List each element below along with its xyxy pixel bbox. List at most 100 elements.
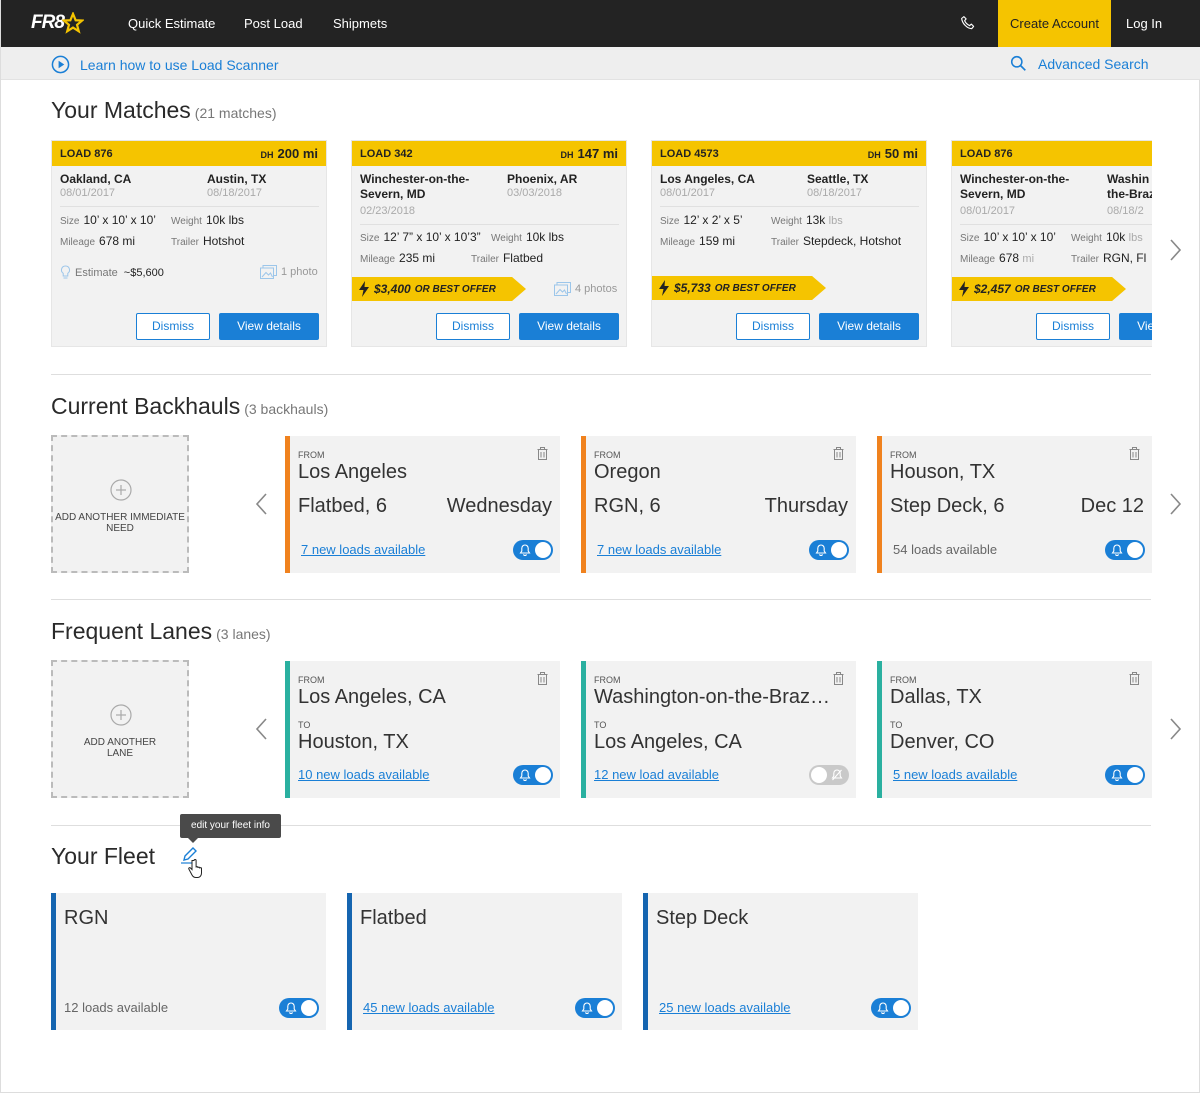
bell-icon (1111, 769, 1123, 781)
view-details-button[interactable]: View details (1119, 313, 1152, 340)
view-details-button[interactable]: View details (519, 313, 619, 340)
alerts-toggle[interactable] (1105, 765, 1145, 785)
matches-title-text: Your Matches (51, 97, 191, 123)
alerts-toggle[interactable] (513, 540, 553, 560)
dismiss-button[interactable]: Dismiss (436, 313, 510, 340)
origin-date: 08/01/2017 (660, 187, 716, 199)
nav-quick-estimate[interactable]: Quick Estimate (128, 0, 215, 47)
mileage-value: 159 mi (699, 234, 736, 248)
trash-icon[interactable] (537, 672, 548, 685)
match-card: LOAD 876 Winchester-on-the-Severn, MD 08… (951, 140, 1152, 347)
lane-destination: Los Angeles, CA (594, 731, 742, 753)
trash-icon[interactable] (537, 447, 548, 460)
divider (60, 206, 319, 207)
fleet-card[interactable]: Flatbed 45 new loads available (347, 893, 622, 1030)
phone-icon[interactable] (959, 14, 977, 37)
section-divider (51, 599, 1151, 600)
login-link[interactable]: Log In (1126, 0, 1162, 47)
loads-available-link[interactable]: 25 new loads available (659, 1000, 791, 1015)
bell-icon (815, 544, 827, 556)
mileage-label: Mileage (60, 237, 96, 248)
trash-icon[interactable] (833, 672, 844, 685)
estimate-value: ~$5,600 (123, 266, 164, 279)
loads-available-link[interactable]: 7 new loads available (597, 542, 721, 557)
divider (660, 206, 919, 207)
alerts-toggle[interactable] (1105, 540, 1145, 560)
bell-icon (1111, 544, 1123, 556)
loads-available-link[interactable]: 12 new load available (594, 767, 719, 782)
lightning-icon (359, 281, 369, 297)
from-label: FROM (298, 675, 325, 685)
lanes-next-arrow-icon[interactable] (1168, 717, 1182, 741)
dh-value: 147 mi (577, 146, 618, 161)
estimate-label: Estimate (75, 266, 118, 279)
learn-load-scanner-link[interactable]: Learn how to use Load Scanner (51, 55, 278, 74)
lane-card[interactable]: FROM Los Angeles, CA TO Houston, TX 10 n… (285, 661, 560, 798)
add-immediate-need-button[interactable]: ADD ANOTHER IMMEDIATE NEED (51, 435, 189, 573)
alerts-toggle[interactable] (513, 765, 553, 785)
toggle-knob (535, 767, 551, 783)
nav-post-load[interactable]: Post Load (244, 0, 303, 47)
backhaul-trailer: Step Deck, 6 (890, 495, 1005, 517)
loads-available-link[interactable]: 45 new loads available (363, 1000, 495, 1015)
mileage-label: Mileage (360, 254, 396, 265)
backhauls-prev-arrow-icon[interactable] (255, 492, 269, 516)
sub-bar: Learn how to use Load Scanner Advanced S… (1, 47, 1200, 80)
dismiss-button[interactable]: Dismiss (1036, 313, 1110, 340)
create-account-button[interactable]: Create Account (998, 0, 1111, 47)
backhaul-trailer: RGN, 6 (594, 495, 661, 517)
estimate: Estimate ~$5,600 (60, 265, 164, 280)
weight-value: 10k lbs (205, 213, 244, 227)
alerts-toggle[interactable] (871, 998, 911, 1018)
origin-city: Oakland, CA (60, 172, 132, 186)
offer-suffix: OR BEST OFFER (714, 282, 796, 294)
destination-city: Seattle, TX (807, 172, 869, 186)
view-details-button[interactable]: View details (819, 313, 919, 340)
nav-shipments[interactable]: Shipmets (333, 0, 387, 47)
alerts-toggle[interactable] (279, 998, 319, 1018)
trash-icon[interactable] (1129, 447, 1140, 460)
to-label: TO (298, 720, 311, 730)
plus-circle-icon (110, 704, 132, 726)
size-label: Size (60, 216, 80, 227)
toggle-knob (831, 542, 847, 558)
trash-icon[interactable] (1129, 672, 1140, 685)
loads-available-link[interactable]: 7 new loads available (301, 542, 425, 557)
photos[interactable]: 1 photo (260, 265, 318, 279)
lanes-prev-arrow-icon[interactable] (255, 717, 269, 741)
trailer-label: Trailer (1071, 254, 1099, 265)
alerts-toggle[interactable] (575, 998, 615, 1018)
backhaul-card[interactable]: FROM Los Angeles Flatbed, 6 Wednesday 7 … (285, 436, 560, 573)
lane-card[interactable]: FROM Washington-on-the-Brazos, TX TO Los… (581, 661, 856, 798)
trailer-value: RGN, Fl (1102, 251, 1147, 265)
fleet-title: Your Fleet (51, 843, 155, 869)
loads-available-link[interactable]: 5 new loads available (893, 767, 1017, 782)
photos[interactable]: 4 photos (554, 282, 617, 296)
alerts-toggle[interactable] (809, 765, 849, 785)
loads-available-link[interactable]: 10 new loads available (298, 767, 430, 782)
add-lane-button[interactable]: ADD ANOTHER LANE (51, 660, 189, 798)
photos-count: 4 photos (575, 283, 618, 295)
advanced-search-link[interactable]: Advanced Search (1010, 55, 1149, 72)
trash-icon[interactable] (833, 447, 844, 460)
matches-next-arrow-icon[interactable] (1168, 238, 1182, 262)
dismiss-button[interactable]: Dismiss (136, 313, 210, 340)
dismiss-button[interactable]: Dismiss (736, 313, 810, 340)
from-label: FROM (890, 675, 917, 685)
alerts-toggle[interactable] (809, 540, 849, 560)
logo[interactable]: FR8 (31, 12, 84, 34)
bell-icon (519, 544, 531, 556)
view-details-button[interactable]: View details (219, 313, 319, 340)
weight-label: Weight (171, 216, 202, 227)
fleet-card[interactable]: RGN 12 loads available (51, 893, 326, 1030)
lane-card[interactable]: FROM Dallas, TX TO Denver, CO 5 new load… (877, 661, 1152, 798)
load-id: LOAD 342 (360, 147, 413, 160)
match-card: LOAD 342 DH 147 mi Winchester-on-the-Sever… (351, 140, 627, 347)
fleet-card[interactable]: Step Deck 25 new loads available (643, 893, 918, 1030)
backhauls-next-arrow-icon[interactable] (1168, 492, 1182, 516)
backhaul-day: Thursday (764, 495, 848, 517)
backhaul-card[interactable]: FROM Houson, TX Step Deck, 6 Dec 12 54 l… (877, 436, 1152, 573)
size-value: 10’ x 10’ x 10’ (983, 230, 1056, 244)
bell-icon (581, 1002, 593, 1014)
backhaul-card[interactable]: FROM Oregon RGN, 6 Thursday 7 new loads … (581, 436, 856, 573)
